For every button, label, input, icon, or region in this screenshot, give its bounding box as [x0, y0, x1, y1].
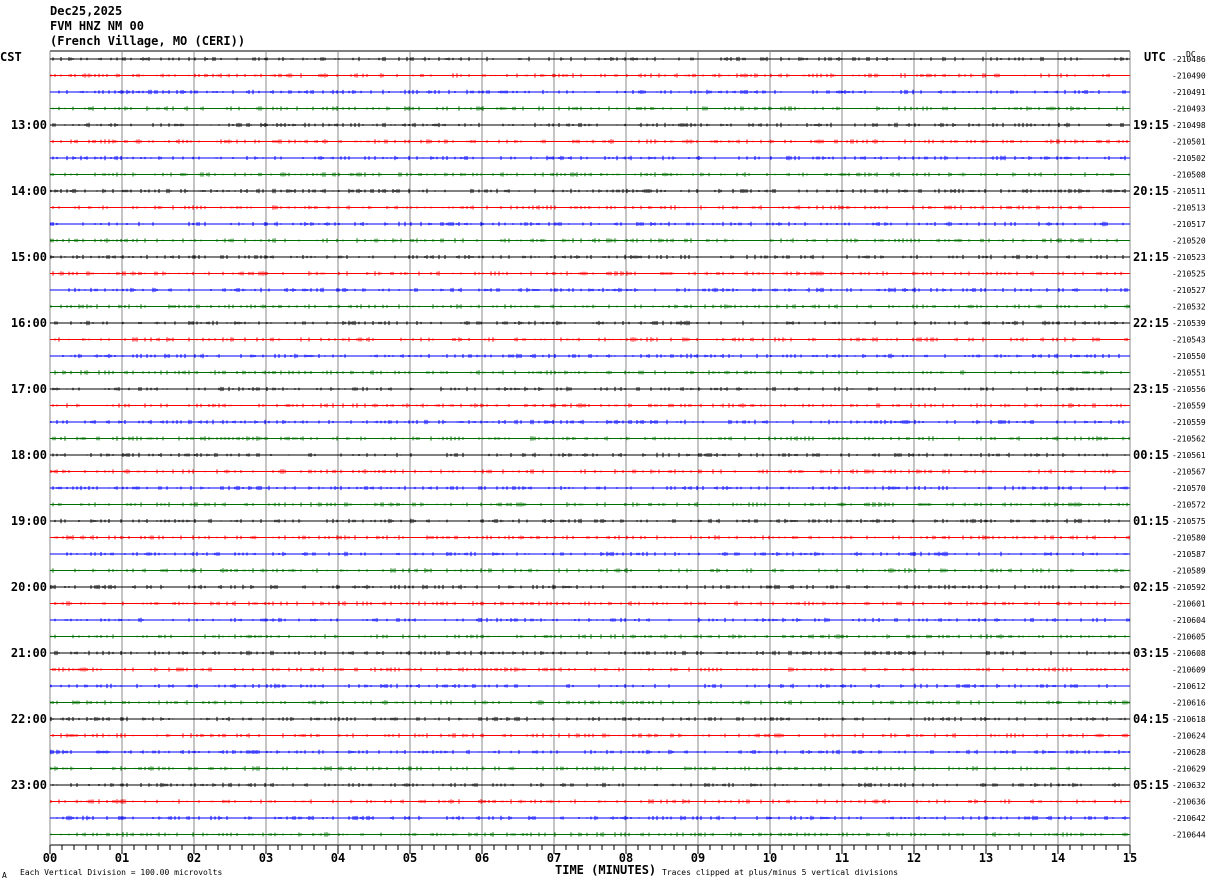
dc-offset-label: -210551 — [1172, 369, 1206, 378]
x-tick-label: 15 — [1123, 851, 1137, 865]
dc-offset-label: -210572 — [1172, 501, 1206, 510]
x-tick-label: 12 — [907, 851, 921, 865]
left-hour-label: 17:00 — [11, 382, 47, 396]
right-hour-label: 02:15 — [1133, 580, 1169, 594]
seismic-traces — [50, 56, 1130, 837]
helicorder-chart: 00 01 02 03 04 05 06 07 08 09 10 11 12 13 14 15-210486-… — [0, 50, 1206, 880]
left-timezone-label: CST — [0, 50, 22, 64]
dc-offset-label: -210629 — [1172, 765, 1206, 774]
x-axis-title: TIME (MINUTES) — [555, 863, 656, 877]
dc-offset-label: -210520 — [1172, 237, 1206, 246]
left-hour-label: 13:00 — [11, 118, 47, 132]
left-hour-label: 15:00 — [11, 250, 47, 264]
grid-lines — [49, 50, 1131, 854]
dc-offset-label: -210559 — [1172, 418, 1206, 427]
dc-offset-label: -210508 — [1172, 171, 1206, 180]
dc-offset-label: -210517 — [1172, 220, 1206, 229]
clip-note: Traces clipped at plus/minus 5 vertical … — [662, 868, 898, 877]
dc-offset-label: -210618 — [1172, 715, 1206, 724]
dc-offset-label: -210592 — [1172, 583, 1206, 592]
dc-offset-label: -210561 — [1172, 451, 1206, 460]
left-hour-label: 18:00 — [11, 448, 47, 462]
right-hour-label: 05:15 — [1133, 778, 1169, 792]
left-hour-label: 22:00 — [11, 712, 47, 726]
dc-offset-label: -210608 — [1172, 649, 1206, 658]
x-tick-label: 03 — [259, 851, 273, 865]
left-hour-label: 14:00 — [11, 184, 47, 198]
x-tick-label: 13 — [979, 851, 993, 865]
x-tick-label: 04 — [331, 851, 345, 865]
dc-offset-label: -210556 — [1172, 385, 1206, 394]
right-hour-label: 23:15 — [1133, 382, 1169, 396]
x-tick-label: 09 — [691, 851, 705, 865]
dc-offset-label: -210501 — [1172, 138, 1206, 147]
dc-offset-label: -210604 — [1172, 616, 1206, 625]
dc-offset-label: -210498 — [1172, 121, 1206, 130]
dc-label: DC — [1186, 50, 1196, 59]
dc-offset-label: -210539 — [1172, 319, 1206, 328]
dc-offset-label: -210511 — [1172, 187, 1206, 196]
dc-offset-label: -210491 — [1172, 88, 1206, 97]
dc-offset-label: -210523 — [1172, 253, 1206, 262]
dc-offset-label: -210624 — [1172, 732, 1206, 741]
dc-offset-label: -210580 — [1172, 534, 1206, 543]
axis-labels: 00 01 02 03 04 05 06 07 08 09 10 11 12 13 14 15-210486-… — [11, 55, 1206, 865]
dc-offset-label: -210532 — [1172, 303, 1206, 312]
dc-offset-label: -210601 — [1172, 600, 1206, 609]
right-hour-label: 19:15 — [1133, 118, 1169, 132]
left-hour-label: 19:00 — [11, 514, 47, 528]
x-tick-label: 06 — [475, 851, 489, 865]
x-tick-label: 01 — [115, 851, 129, 865]
right-hour-label: 00:15 — [1133, 448, 1169, 462]
left-hour-label: 21:00 — [11, 646, 47, 660]
x-tick-label: 02 — [187, 851, 201, 865]
dc-offset-label: -210493 — [1172, 105, 1206, 114]
scale-note: Each Vertical Division = 100.00 microvol… — [20, 868, 222, 877]
dc-offset-label: -210612 — [1172, 682, 1206, 691]
dc-offset-label: -210543 — [1172, 336, 1206, 345]
left-hour-label: 16:00 — [11, 316, 47, 330]
left-hour-label: 23:00 — [11, 778, 47, 792]
dc-offset-label: -210490 — [1172, 72, 1206, 81]
dc-offset-label: -210575 — [1172, 517, 1206, 526]
dc-offset-label: -210587 — [1172, 550, 1206, 559]
dc-offset-label: -210567 — [1172, 468, 1206, 477]
dc-offset-label: -210605 — [1172, 633, 1206, 642]
dc-offset-label: -210525 — [1172, 270, 1206, 279]
right-hour-label: 01:15 — [1133, 514, 1169, 528]
x-tick-label: 14 — [1051, 851, 1065, 865]
dc-offset-label: -210644 — [1172, 831, 1206, 840]
dc-offset-label: -210570 — [1172, 484, 1206, 493]
right-hour-label: 22:15 — [1133, 316, 1169, 330]
dc-offset-label: -210632 — [1172, 781, 1206, 790]
dc-offset-label: -210502 — [1172, 154, 1206, 163]
right-hour-label: 04:15 — [1133, 712, 1169, 726]
right-hour-label: 03:15 — [1133, 646, 1169, 660]
corner-mark: A — [2, 871, 7, 880]
dc-offset-label: -210616 — [1172, 699, 1206, 708]
dc-offset-label: -210589 — [1172, 567, 1206, 576]
dc-offset-label: -210550 — [1172, 352, 1206, 361]
dc-offset-label: -210513 — [1172, 204, 1206, 213]
left-hour-label: 20:00 — [11, 580, 47, 594]
dc-offset-label: -210642 — [1172, 814, 1206, 823]
dc-offset-label: -210562 — [1172, 435, 1206, 444]
x-tick-label: 11 — [835, 851, 849, 865]
dc-offset-label: -210609 — [1172, 666, 1206, 675]
right-hour-label: 20:15 — [1133, 184, 1169, 198]
dc-offset-label: -210636 — [1172, 798, 1206, 807]
x-tick-label: 10 — [763, 851, 777, 865]
x-tick-label: 00 — [43, 851, 57, 865]
right-hour-label: 21:15 — [1133, 250, 1169, 264]
dc-offset-label: -210628 — [1172, 748, 1206, 757]
dc-offset-label: -210559 — [1172, 402, 1206, 411]
x-tick-label: 05 — [403, 851, 417, 865]
dc-offset-label: -210527 — [1172, 286, 1206, 295]
right-timezone-label: UTC — [1144, 50, 1166, 64]
